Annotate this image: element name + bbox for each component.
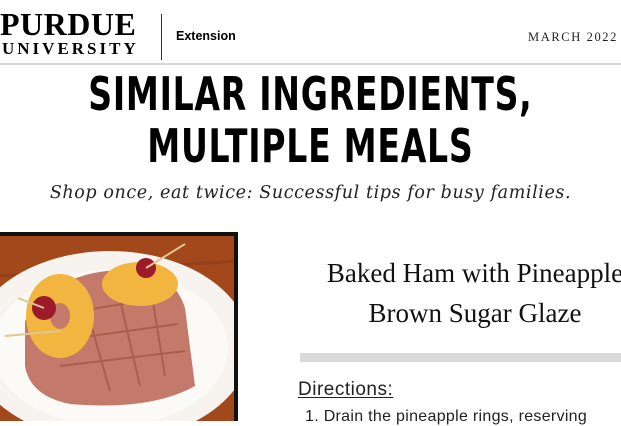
recipe-divider xyxy=(300,353,621,362)
recipe-title-line-2: Brown Sugar Glaze xyxy=(368,298,582,328)
ham-photo xyxy=(0,232,238,421)
directions-heading: Directions: xyxy=(298,379,394,400)
header-rule xyxy=(0,63,621,65)
newsletter-title: SIMILAR INGREDIENTS, MULTIPLE MEALS xyxy=(87,68,534,172)
extension-label: Extension xyxy=(176,29,236,43)
logo-divider xyxy=(161,14,162,60)
recipe-title-line-1: Baked Ham with Pineapple xyxy=(326,258,621,288)
ham-plate-illustration xyxy=(0,236,234,421)
direction-step-1: 1. Drain the pineapple rings, reserving xyxy=(305,408,588,425)
title-line-1: SIMILAR INGREDIENTS, xyxy=(88,67,533,121)
university-logo-wordmark: UNIVERSITY xyxy=(2,39,139,58)
title-line-2: MULTIPLE MEALS xyxy=(147,119,474,173)
recipe-title: Baked Ham with Pineapple Brown Sugar Gla… xyxy=(295,253,621,333)
issue-date: MARCH 2022 xyxy=(528,30,618,44)
newsletter-subtitle: Shop once, eat twice: Successful tips fo… xyxy=(49,183,572,203)
purdue-logo-wordmark: PURDUE xyxy=(0,6,137,42)
page-header: PURDUE UNIVERSITY Extension MARCH 2022 xyxy=(0,0,621,66)
